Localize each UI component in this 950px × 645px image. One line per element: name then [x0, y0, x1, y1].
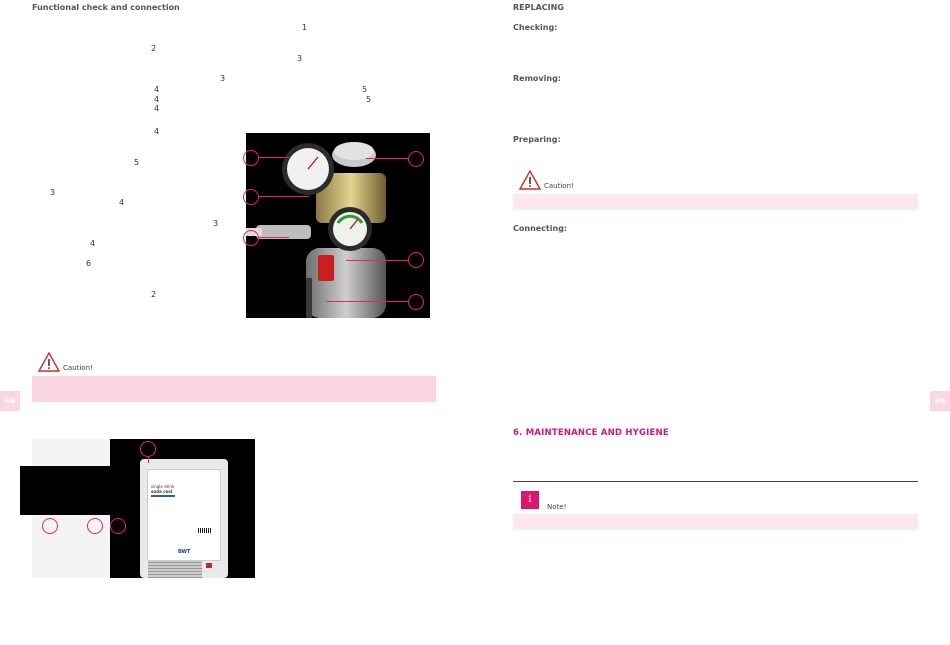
ref-number: 3 [297, 54, 303, 63]
ref-number: 4 [154, 95, 160, 104]
co2-regulator-illustration [246, 142, 386, 318]
callout-marker [243, 189, 259, 205]
right-heading: REPLACING [513, 3, 564, 12]
callout-marker [140, 441, 156, 457]
callout-marker [87, 518, 103, 534]
ref-number: 3 [213, 219, 219, 228]
ref-number: 4 [90, 239, 96, 248]
device-label-line2: soda cool [151, 489, 173, 494]
callout-marker [110, 518, 126, 534]
ref-number: 4 [154, 104, 160, 113]
callout-leader [148, 457, 149, 463]
callout-leader [259, 157, 289, 158]
callout-leader [366, 158, 408, 159]
power-switch-icon [206, 563, 212, 568]
callout-leader [259, 196, 309, 197]
callout-marker [408, 294, 424, 310]
callout-leader [259, 237, 289, 238]
left-heading: Functional check and connection [32, 3, 180, 12]
note-band [513, 514, 918, 530]
callout-leader [346, 260, 408, 261]
checking-label: Checking: [513, 23, 558, 32]
caution-label: Caution! [63, 364, 93, 372]
ref-number: 5 [134, 158, 140, 167]
connecting-label: Connecting: [513, 224, 568, 233]
ref-number: 5 [362, 85, 368, 94]
device-label: single drink soda cool BWT [147, 469, 221, 561]
ref-number: 3 [220, 74, 226, 83]
device-body: single drink soda cool BWT [140, 459, 228, 578]
callout-marker [42, 518, 58, 534]
preparing-label: Preparing: [513, 135, 561, 144]
caution-band [32, 376, 436, 402]
ref-number: 4 [119, 198, 125, 207]
language-tab-right: EN [930, 391, 950, 411]
ref-number: 2 [151, 44, 157, 53]
callout-leader [326, 301, 408, 302]
info-icon: i [521, 491, 539, 509]
redaction-block [20, 466, 115, 515]
barcode-icon [198, 528, 212, 533]
vent-grille [148, 561, 202, 578]
ref-number: 5 [366, 95, 372, 104]
callout-marker [408, 151, 424, 167]
callout-marker [243, 150, 259, 166]
ref-number: 4 [154, 127, 160, 136]
ref-number: 6 [86, 259, 92, 268]
device-label-stripe [151, 495, 175, 497]
device-brand: BWT [178, 549, 191, 555]
ref-number: 4 [154, 85, 160, 94]
removing-label: Removing: [513, 74, 561, 83]
callout-marker [243, 230, 259, 246]
caution-label: Caution! [544, 182, 574, 190]
caution-band [513, 194, 918, 210]
warning-triangle-icon [518, 169, 542, 190]
section-title: 6. MAINTENANCE AND HYGIENE [513, 428, 669, 438]
callout-marker [408, 252, 424, 268]
ref-number: 2 [151, 290, 157, 299]
section-divider [513, 481, 918, 482]
note-label: Note! [547, 503, 567, 511]
ref-number: 3 [50, 188, 56, 197]
warning-triangle-icon [37, 351, 61, 372]
language-tab-left: EN [0, 391, 20, 411]
regulator-photo [243, 133, 430, 318]
ref-number: 1 [302, 23, 308, 32]
